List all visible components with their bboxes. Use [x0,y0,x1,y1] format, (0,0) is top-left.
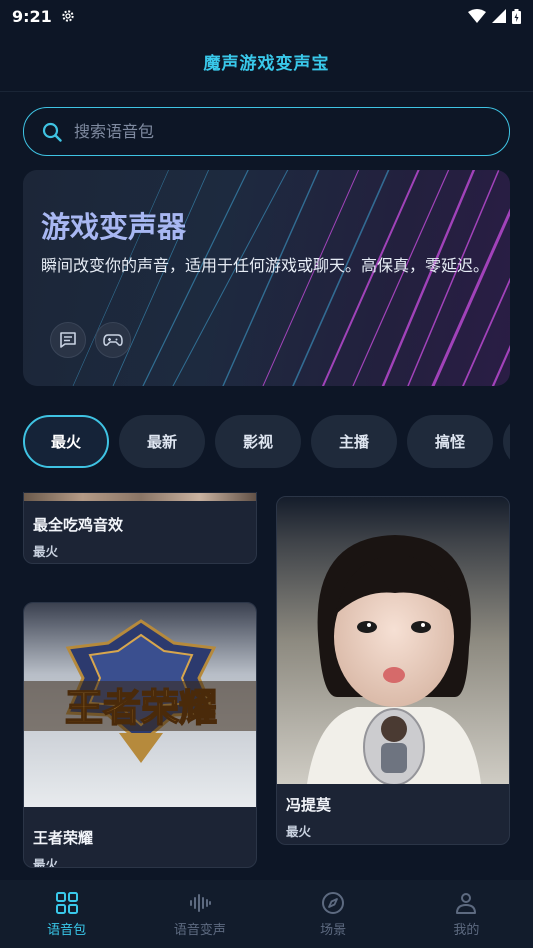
card-image [24,493,256,501]
nav-tab-voice-changer[interactable]: 语音变声 [133,880,266,948]
nav-label: 语音包 [47,922,87,938]
nav-label: 语音变声 [173,922,226,938]
nav-tab-voice-packs[interactable]: 语音包 [0,880,133,948]
chat-button[interactable] [50,322,86,358]
battery-icon [512,8,521,24]
category-tabs: 最火 最新 影视 主播 搞怪 [23,415,510,469]
search-bar[interactable] [23,107,510,156]
waveform-icon [189,893,211,912]
compass-icon [322,891,345,914]
category-chip-streamer[interactable]: 主播 [311,415,397,468]
card-title: 最全吃鸡音效 [33,516,124,534]
category-chip-funny[interactable]: 搞怪 [407,415,493,468]
voice-pack-card[interactable]: 最全吃鸡音效 最火 [23,492,257,564]
person-icon [456,892,477,914]
gamepad-icon [103,334,123,346]
card-image [277,497,509,784]
nav-label: 场景 [320,922,347,938]
status-time: 9:21 [12,6,52,26]
hero-description: 瞬间改变你的声音，适用于任何游戏或聊天。高保真，零延迟。 [41,256,490,275]
hero-banner[interactable]: 游戏变声器 瞬间改变你的声音，适用于任何游戏或聊天。高保真，零延迟。 [23,170,510,386]
category-chip-more[interactable] [503,415,510,468]
nav-tab-scenes[interactable]: 场景 [267,880,400,948]
settings-gear-icon [62,10,74,22]
search-input[interactable] [74,122,491,141]
app-header: 魔声游戏变声宝 [0,32,533,92]
card-tag: 最火 [286,824,312,839]
gamepad-button[interactable] [95,322,131,358]
voice-pack-grid: 最全吃鸡音效 最火 王者荣耀 王者荣耀 最火 冯提莫 最火 [0,492,533,880]
wifi-icon [468,9,486,23]
category-chip-hottest[interactable]: 最火 [23,415,109,468]
category-chip-film[interactable]: 影视 [215,415,301,468]
card-title: 王者荣耀 [33,829,94,847]
search-icon [42,122,62,142]
grid-icon [55,891,78,914]
hero-title: 游戏变声器 [41,210,187,244]
card-tag: 最火 [33,544,59,559]
nav-tab-profile[interactable]: 我的 [400,880,533,948]
nav-label: 我的 [453,922,480,938]
app-title: 魔声游戏变声宝 [203,54,330,74]
card-title: 冯提莫 [286,796,332,814]
voice-pack-card[interactable]: 王者荣耀 王者荣耀 最火 [23,602,257,868]
status-bar: 9:21 [0,0,533,32]
voice-pack-card[interactable]: 冯提莫 最火 [276,496,510,845]
card-image-text: 王者荣耀 [65,686,217,730]
signal-icon [492,9,506,23]
card-tag: 最火 [33,857,59,868]
bottom-navigation: 语音包 语音变声 场景 我的 [0,880,533,948]
category-chip-newest[interactable]: 最新 [119,415,205,468]
card-image: 王者荣耀 [24,603,256,807]
chat-icon [60,332,76,348]
